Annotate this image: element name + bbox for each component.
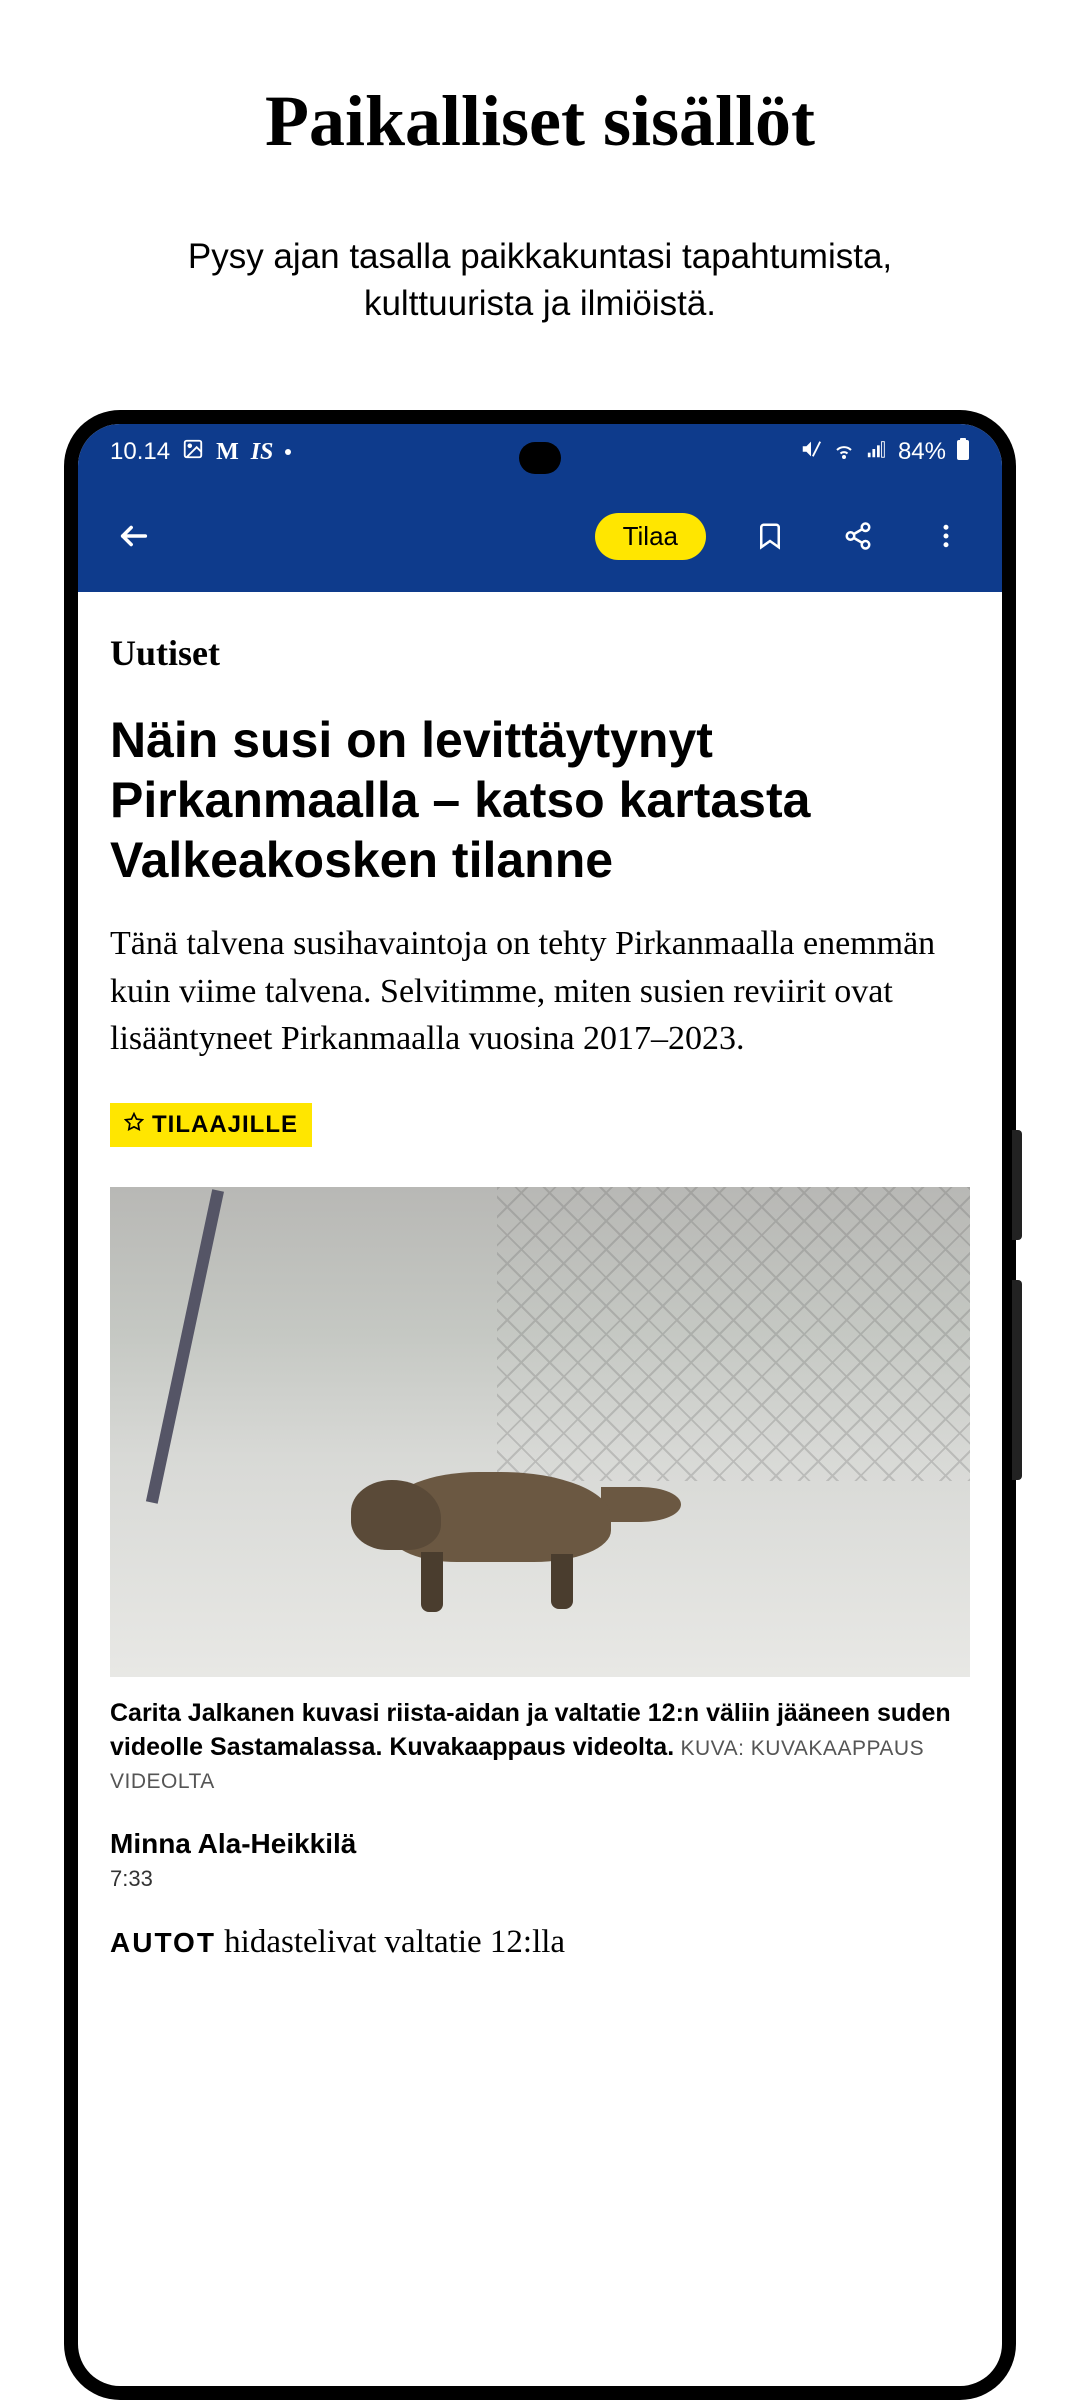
star-icon [124, 1112, 144, 1138]
wifi-icon [832, 437, 856, 468]
image-pole [146, 1189, 224, 1503]
is-app-icon: IS [251, 439, 274, 466]
more-button[interactable] [922, 521, 970, 551]
image-icon [182, 438, 204, 467]
signal-icon [866, 438, 888, 467]
image-fence [497, 1187, 970, 1481]
image-caption: Carita Jalkanen kuvasi riista-aidan ja v… [110, 1697, 970, 1798]
battery-percent: 84% [898, 438, 946, 466]
body-start: hidastelivat valtatie 12:lla [216, 1924, 565, 1960]
camera-notch [519, 442, 561, 474]
share-button[interactable] [834, 521, 882, 551]
phone-side-button [1012, 1280, 1022, 1480]
gmail-icon: M [216, 439, 239, 466]
app-bar: Tilaa [78, 480, 1002, 592]
status-time: 10.14 [110, 438, 170, 466]
article-timestamp: 7:33 [110, 1866, 970, 1892]
article-content: Uutiset Näin susi on levittäytynyt Pirka… [78, 592, 1002, 2001]
bookmark-button[interactable] [746, 521, 794, 551]
marketing-title: Paikalliset sisällöt [100, 80, 980, 163]
image-wolf [351, 1442, 691, 1612]
subscribe-button[interactable]: Tilaa [595, 513, 706, 560]
phone-screen: 10.14 M IS 84% [78, 424, 1002, 2386]
article-author[interactable]: Minna Ala-Heikkilä [110, 1828, 970, 1860]
phone-frame: 10.14 M IS 84% [64, 410, 1016, 2400]
status-right: 84% [800, 437, 970, 468]
article-headline: Näin susi on levittäytynyt Pirkanmaalla … [110, 710, 970, 890]
back-button[interactable] [110, 519, 158, 553]
subscriber-badge-label: TILAAJILLE [152, 1111, 298, 1139]
subscriber-badge: TILAAJILLE [110, 1103, 312, 1147]
battery-icon [956, 438, 970, 467]
status-dot [285, 449, 291, 455]
marketing-section: Paikalliset sisällöt Pysy ajan tasalla p… [0, 0, 1080, 388]
article-image[interactable] [110, 1187, 970, 1677]
subscribe-label: Tilaa [623, 521, 678, 551]
article-body: AUTOT hidastelivat valtatie 12:lla [110, 1924, 970, 1961]
marketing-subtitle: Pysy ajan tasalla paikkakuntasi tapahtum… [100, 233, 980, 328]
phone-side-button [1012, 1130, 1022, 1240]
status-left: 10.14 M IS [110, 438, 291, 467]
article-lead: Tänä talvena susihavaintoja on tehty Pir… [110, 920, 970, 1063]
mute-icon [800, 438, 822, 467]
article-category[interactable]: Uutiset [110, 632, 970, 674]
body-kicker: AUTOT [110, 1927, 216, 1958]
